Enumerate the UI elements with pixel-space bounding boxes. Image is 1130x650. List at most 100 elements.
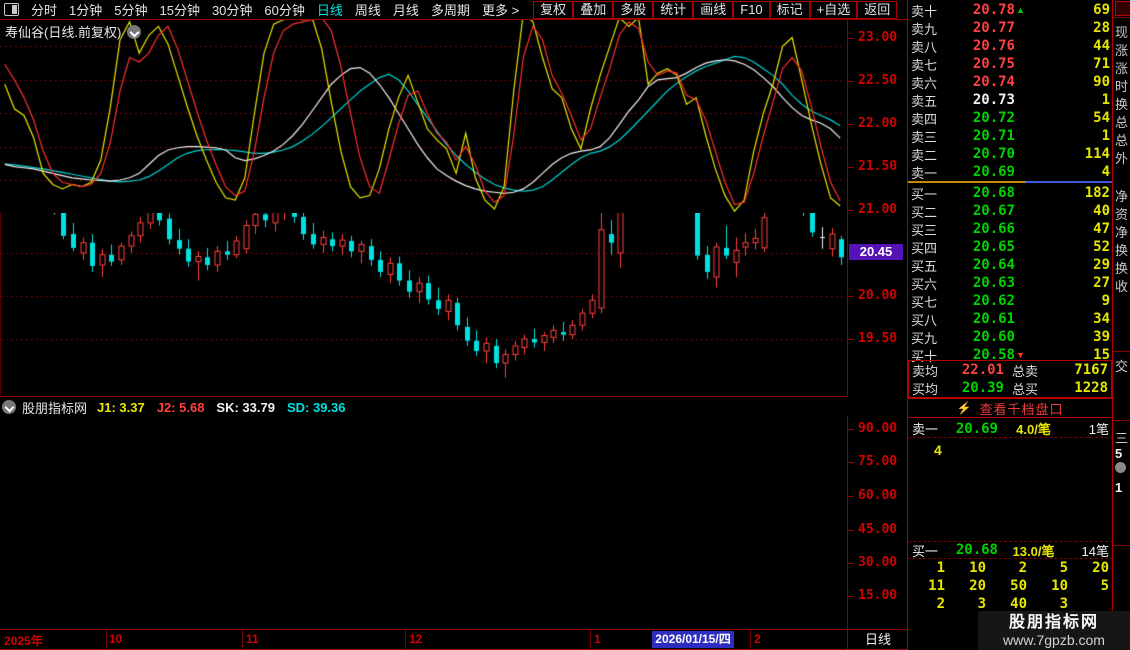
order-level-label: 买三 [911,222,938,238]
indicator-axis-label: 45.00 [858,522,898,537]
period-menu: 分时 1分钟 5分钟 15分钟 30分钟 60分钟 日线 周线 月线 多周期 更多 > [25,0,525,19]
menu-period-15分钟[interactable]: 15分钟 [159,0,199,19]
order-price: 20.66 [972,221,1015,237]
order-level-label: 卖十 [911,3,938,19]
order-row-买五[interactable]: 买五 20.64 29 [908,256,1113,274]
order-volume: 29 [1093,257,1110,273]
sell-average-row: 卖均 22.01 总卖 7167 [909,361,1111,379]
chevron-down-icon[interactable] [127,24,142,39]
order-row-卖八[interactable]: 卖八 20.76 44 [908,37,1113,55]
price-axis-label: 21.00 [858,202,898,217]
date-axis-bar: 2025年 10 11 12 1 2 2026/01/15/四 日线 [0,629,907,650]
menu-period-60分钟[interactable]: 60分钟 [264,0,304,19]
order-row-卖六[interactable]: 卖六 20.74 90 [908,73,1113,91]
menu-period-周线[interactable]: 周线 [355,0,381,19]
order-row-卖三[interactable]: 卖三 20.71 1 [908,127,1113,145]
menu-tool-+自选[interactable]: +自选 [809,0,858,19]
menu-tool-F10[interactable]: F10 [733,0,770,19]
clipped-char: 1 [1115,480,1123,495]
order-volume: 39 [1093,329,1110,345]
order-row-买一[interactable]: 买一 20.68 182 [908,184,1113,202]
order-row-卖十[interactable]: 卖十 20.78 ▲ 69 [908,1,1113,19]
queue-lot: 2 [936,596,945,612]
clipped-char: 涨 [1115,61,1129,76]
price-axis-label: 22.00 [858,116,898,131]
layout-toggle-icon[interactable] [4,3,19,16]
indicator-axis: 90.00 75.00 60.00 45.00 30.00 15.00 [847,416,907,629]
buy-one-summary-row[interactable]: 买一 20.68 13.0/笔 14笔 [908,541,1113,559]
month-label: 10 [109,632,123,646]
order-row-买六[interactable]: 买六 20.63 27 [908,274,1113,292]
axis-tick [848,563,854,564]
queue-lot: 20 [1092,560,1109,576]
clipped-char: 现 [1115,25,1129,40]
order-row-买八[interactable]: 买八 20.61 34 [908,310,1113,328]
sell-one-summary-row[interactable]: 卖一 20.69 4.0/笔 1笔 [908,420,1113,438]
order-volume: 1 [1101,128,1110,144]
order-level-label: 买八 [911,312,938,328]
menu-period-1分钟[interactable]: 1分钟 [69,0,102,19]
period-badge[interactable]: 日线 [847,630,908,649]
order-volume: 54 [1093,110,1110,126]
order-price: 20.76 [972,38,1015,54]
order-level-label: 买四 [911,240,938,256]
order-row-买四[interactable]: 买四 20.65 52 [908,238,1113,256]
buy-one-price: 20.68 [955,542,998,558]
queue-lot: 2 [1018,560,1027,576]
menu-period-分时[interactable]: 分时 [31,0,57,19]
queue-lot: 5 [1059,560,1068,576]
order-volume: 47 [1093,221,1110,237]
menu-tool-返回[interactable]: 返回 [857,0,898,19]
selected-date-label: 2026/01/15/四 [652,631,734,648]
order-level-label: 买二 [911,204,938,220]
order-row-卖七[interactable]: 卖七 20.75 71 [908,55,1113,73]
queue-lot: 10 [969,560,986,576]
order-row-卖二[interactable]: 卖二 20.70 114 [908,145,1113,163]
order-row-买九[interactable]: 买九 20.60 39 [908,328,1113,346]
price-axis-label: 19.50 [858,331,898,346]
month-tick [106,630,107,649]
menu-period-日线[interactable]: 日线 [317,0,343,19]
price-axis-label: 20.00 [858,288,898,303]
order-row-买三[interactable]: 买三 20.66 47 [908,220,1113,238]
menu-period-月线[interactable]: 月线 [393,0,419,19]
menu-period-更多 >[interactable]: 更多 > [482,0,519,19]
menu-tool-叠加[interactable]: 叠加 [573,0,614,19]
indicator-value-undefined: J1: 3.37 [97,399,145,415]
clipped-char: 5 [1115,446,1123,461]
order-price: 20.72 [972,110,1015,126]
order-level-label: 买一 [911,186,938,202]
order-volume: 44 [1093,38,1110,54]
queue-lot: 5 [1100,578,1109,594]
menu-tool-复权[interactable]: 复权 [533,0,574,19]
menu-period-多周期[interactable]: 多周期 [431,0,470,19]
order-price: 20.69 [972,164,1015,180]
order-level-label: 卖五 [911,93,938,109]
order-volume: 4 [1101,164,1110,180]
order-level-label: 卖四 [911,111,938,127]
menu-tool-多股[interactable]: 多股 [613,0,654,19]
order-row-卖四[interactable]: 卖四 20.72 54 [908,109,1113,127]
clipped-char: 外 [1115,151,1129,166]
indicator-value-undefined: SD: 39.36 [286,399,346,415]
order-row-卖一[interactable]: 卖一 20.69 4 [908,163,1113,181]
clipped-char: 涨 [1115,43,1129,58]
order-row-买二[interactable]: 买二 20.67 40 [908,202,1113,220]
view-thousand-depth-link[interactable]: 查看千档盘口 [979,399,1063,418]
order-price: 20.71 [972,128,1015,144]
order-row-卖九[interactable]: 卖九 20.77 28 [908,19,1113,37]
thousand-depth-row: ⚡ 查看千档盘口 [908,398,1112,418]
indicator-value-undefined: SK: 33.79 [216,399,275,415]
order-volume: 1 [1101,92,1110,108]
axis-tick [848,339,854,340]
menu-tool-统计[interactable]: 统计 [653,0,694,19]
menu-period-30分钟[interactable]: 30分钟 [212,0,252,19]
menu-period-5分钟[interactable]: 5分钟 [114,0,147,19]
menu-tool-画线[interactable]: 画线 [693,0,734,19]
date-axis: 2025年 10 11 12 1 2 2026/01/15/四 [0,630,847,649]
menu-tool-标记[interactable]: 标记 [769,0,810,19]
indicator-collapse-icon[interactable] [2,400,16,414]
order-row-卖五[interactable]: 卖五 20.73 1 [908,91,1113,109]
buy-queue-row: 11 20 50 10 5 [908,578,1113,595]
order-row-买七[interactable]: 买七 20.62 9 [908,292,1113,310]
